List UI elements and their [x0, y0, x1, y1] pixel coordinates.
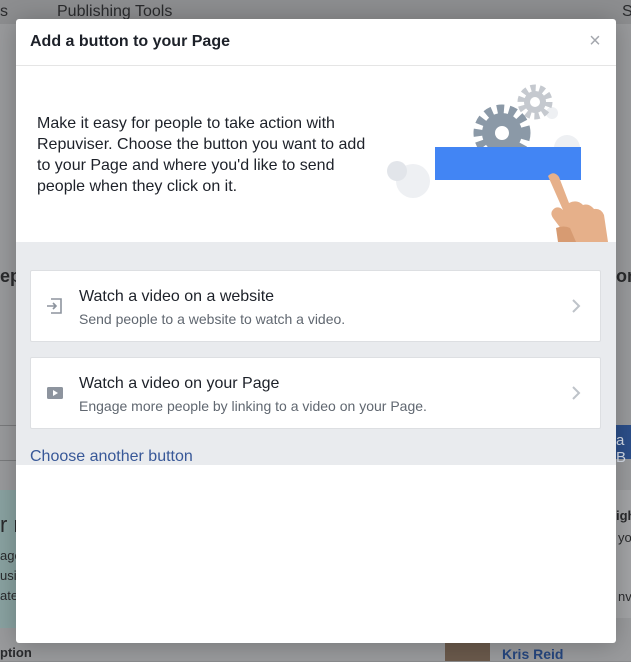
dialog-intro-section: Make it easy for people to take action w…	[16, 66, 616, 242]
background-right-card-title: igh	[616, 508, 631, 523]
button-options-section: Watch a video on a website Send people t…	[16, 242, 616, 465]
button-illustration	[387, 84, 608, 242]
background-bottom-label: ption	[0, 645, 32, 660]
background-right-heading: on	[616, 266, 631, 286]
option-description: Engage more people by linking to a video…	[79, 398, 427, 414]
background-nav-fragment: s	[0, 3, 8, 20]
background-right-card-line: yo	[618, 530, 631, 545]
video-play-icon	[47, 387, 63, 399]
background-nav-right-fragment: S	[622, 3, 631, 20]
background-blue-button-label: a B	[616, 432, 627, 466]
option-watch-video-website[interactable]: Watch a video on a website Send people t…	[30, 270, 601, 342]
pointing-hand-icon	[548, 173, 608, 242]
option-watch-video-page[interactable]: Watch a video on your Page Engage more p…	[30, 357, 601, 429]
option-title: Watch a video on a website	[79, 288, 275, 305]
dialog-title: Add a button to your Page	[30, 33, 230, 50]
background-profile-link: Kris Reid	[502, 646, 564, 662]
chevron-right-icon	[572, 299, 581, 313]
dialog-intro-text: Make it easy for people to take action w…	[37, 115, 366, 195]
dialog-header: Add a button to your Page ×	[16, 19, 616, 66]
background-right-card-line: nv	[618, 589, 631, 604]
background-input	[0, 425, 16, 461]
option-title: Watch a video on your Page	[79, 375, 280, 392]
add-button-dialog: Add a button to your Page × Make it easy…	[16, 19, 616, 643]
chevron-right-icon	[572, 386, 581, 400]
gear-icon	[517, 84, 553, 120]
decor-circle	[387, 161, 407, 181]
close-icon[interactable]: ×	[586, 31, 604, 51]
background-left-card-line: usi	[0, 568, 17, 583]
external-link-icon	[47, 298, 62, 314]
choose-another-button-link[interactable]: Choose another button	[30, 448, 193, 466]
illustration-blue-button	[435, 147, 581, 180]
avatar	[445, 643, 490, 661]
option-description: Send people to a website to watch a vide…	[79, 311, 346, 327]
